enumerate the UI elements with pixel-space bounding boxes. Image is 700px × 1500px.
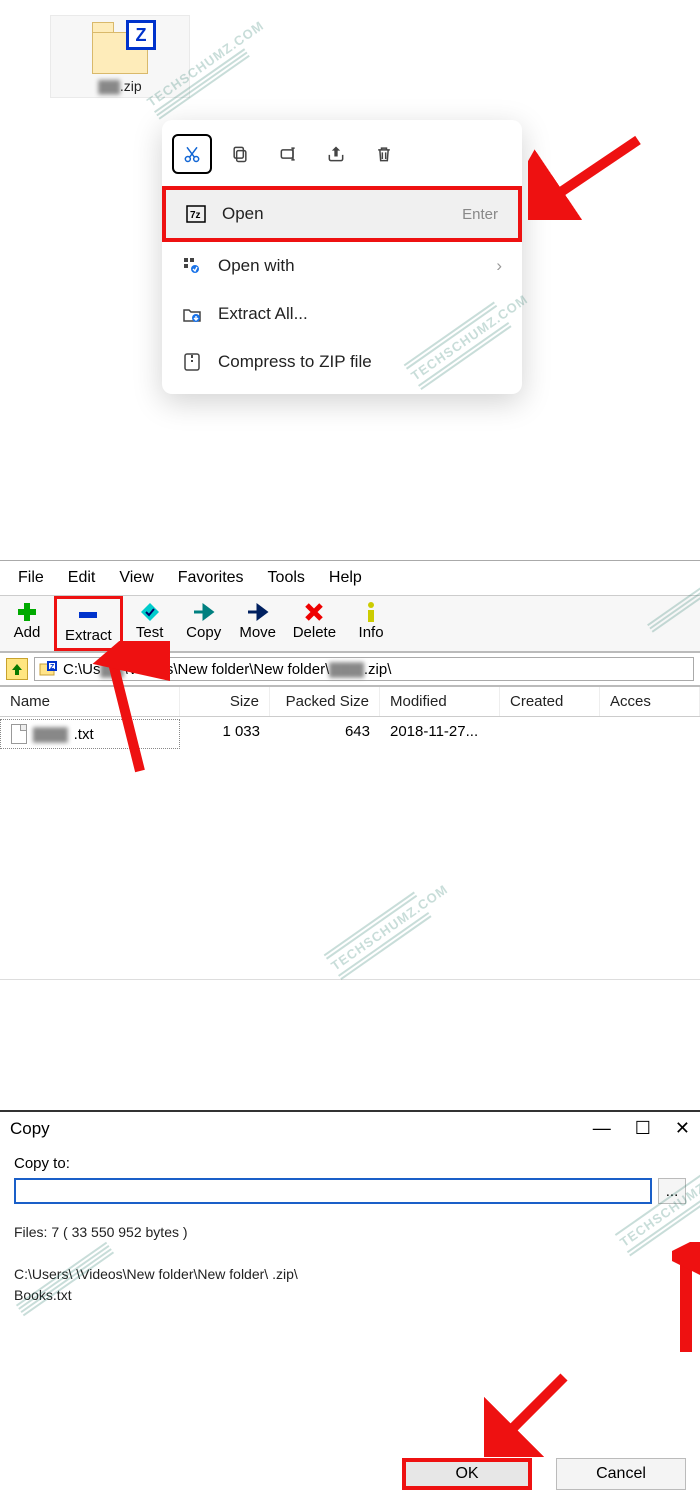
zip-folder-icon: Z	[88, 22, 152, 74]
col-size[interactable]: Size	[180, 687, 270, 716]
minimize-button[interactable]: —	[593, 1118, 611, 1139]
copy-icon[interactable]	[220, 134, 260, 174]
cell-modified: 2018-11-27...	[380, 719, 500, 749]
chevron-right-icon: ›	[496, 256, 502, 276]
copy-to-label: Copy to:	[14, 1155, 686, 1172]
txt-file-icon	[11, 724, 27, 744]
dialog-titlebar: Copy — ☐ ✕	[0, 1112, 700, 1145]
col-modified[interactable]: Modified	[380, 687, 500, 716]
menu-tools[interactable]: Tools	[258, 567, 315, 589]
check-diamond-icon	[139, 600, 161, 624]
arrow-right-teal-icon	[192, 600, 216, 624]
menu-view[interactable]: View	[109, 567, 163, 589]
red-arrow-1	[528, 130, 648, 220]
menu-compress-label: Compress to ZIP file	[218, 352, 372, 372]
rename-icon[interactable]	[268, 134, 308, 174]
tool-delete[interactable]: Delete	[285, 596, 344, 651]
close-button[interactable]: ✕	[675, 1118, 690, 1139]
browse-button[interactable]: ...	[658, 1178, 686, 1204]
7z-icon: 7z	[186, 205, 206, 223]
menu-favorites[interactable]: Favorites	[168, 567, 254, 589]
plus-icon	[16, 600, 38, 624]
context-menu: 7z Open Enter Open with › Extract All...…	[162, 120, 522, 394]
cell-size: 1 033	[180, 719, 270, 749]
dialog-title: Copy	[10, 1119, 50, 1139]
ok-button[interactable]: OK	[402, 1458, 532, 1490]
menu-compress[interactable]: Compress to ZIP file	[162, 338, 522, 386]
info-icon	[364, 600, 378, 624]
extract-icon	[182, 305, 202, 323]
menu-open-with[interactable]: Open with ›	[162, 242, 522, 290]
files-count-line: Files: 7 ( 33 550 952 bytes )	[14, 1222, 686, 1243]
red-arrow-4	[672, 1242, 700, 1362]
menu-open-with-label: Open with	[218, 256, 295, 276]
arrow-right-navy-icon	[246, 600, 270, 624]
svg-text:Z: Z	[50, 664, 55, 671]
zip-file-selected[interactable]: Z ▇▇.zip	[50, 15, 190, 98]
x-red-icon	[304, 600, 324, 624]
menu-open-shortcut: Enter	[462, 206, 498, 223]
cell-psize: 643	[270, 719, 380, 749]
menu-extract-label: Extract All...	[218, 304, 308, 324]
tool-add[interactable]: Add	[0, 596, 54, 651]
cancel-button[interactable]: Cancel	[556, 1458, 686, 1490]
context-menu-toolbar	[162, 128, 522, 186]
cut-icon[interactable]	[172, 134, 212, 174]
col-packed-size[interactable]: Packed Size	[270, 687, 380, 716]
path-line: C:\Users\ \Videos\New folder\New folder\…	[14, 1264, 686, 1285]
tool-info[interactable]: Info	[344, 596, 398, 651]
tool-copy[interactable]: Copy	[177, 596, 231, 651]
svg-text:7z: 7z	[190, 210, 201, 221]
open-with-icon	[182, 257, 202, 275]
red-arrow-3	[484, 1367, 574, 1457]
menu-open-label: Open	[222, 204, 264, 224]
file-line: Books.txt	[14, 1285, 686, 1306]
tool-move[interactable]: Move	[231, 596, 285, 651]
zip-file-label: ▇▇.zip	[51, 78, 189, 95]
up-button[interactable]	[6, 658, 28, 680]
maximize-button[interactable]: ☐	[635, 1118, 651, 1139]
menu-open[interactable]: 7z Open Enter	[162, 186, 522, 242]
menu-help[interactable]: Help	[319, 567, 372, 589]
menubar: File Edit View Favorites Tools Help	[0, 561, 700, 595]
z-overlay-icon: Z	[126, 20, 156, 50]
col-created[interactable]: Created	[500, 687, 600, 716]
minus-icon	[77, 603, 99, 627]
delete-icon[interactable]	[364, 134, 404, 174]
copy-to-input[interactable]	[14, 1178, 652, 1204]
compress-icon	[182, 352, 202, 372]
red-arrow-2	[90, 641, 170, 781]
folder-z-icon: Z	[39, 661, 57, 677]
menu-file[interactable]: File	[8, 567, 54, 589]
menu-extract-all[interactable]: Extract All...	[162, 290, 522, 338]
col-accessed[interactable]: Acces	[600, 687, 700, 716]
dialog-info: Files: 7 ( 33 550 952 bytes ) C:\Users\ …	[14, 1222, 686, 1306]
share-icon[interactable]	[316, 134, 356, 174]
menu-edit[interactable]: Edit	[58, 567, 106, 589]
